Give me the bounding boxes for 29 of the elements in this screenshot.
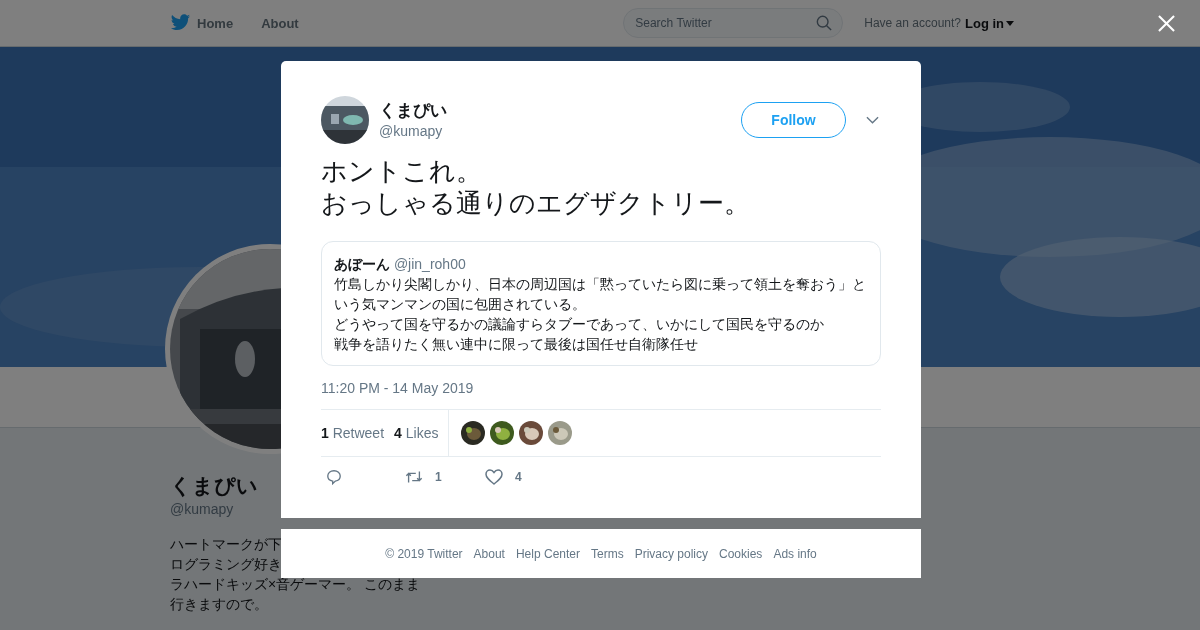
profile-handle: @kumapy [170,501,234,517]
profile-name: くまぴい [170,473,258,499]
heart-icon[interactable] [485,469,503,485]
search-field[interactable]: Search Twitter [623,8,844,38]
footer-link[interactable]: Privacy policy [634,546,708,561]
retweet-icon[interactable] [405,469,423,485]
footer-link[interactable]: Help Center [515,546,580,561]
copyright-text: © 2019 Twitter [385,546,463,561]
footer-link[interactable]: About [473,546,505,561]
action-count: 4 [515,470,522,484]
account-prompt: Have an account? [864,16,961,30]
login-link[interactable]: Log in [965,15,1004,31]
footer-link[interactable]: Cookies [719,546,763,561]
stat-link[interactable]: 4 Likes [394,425,439,441]
footer-link[interactable]: Terms [591,546,624,561]
reply-icon[interactable] [325,469,343,485]
bio-text: ハートマークが下 [170,535,282,554]
search-icon[interactable] [816,15,833,31]
action-count: 1 [435,470,442,484]
stat-link[interactable]: 1 Retweet [321,425,385,441]
footer-link[interactable]: Ads info [773,546,817,561]
bio-text: ラハードキッズ×音ゲーマー。 このまま [170,575,421,594]
nav-link[interactable]: Home [197,15,234,31]
timestamp[interactable]: 11:20 PM - 14 May 2019 [321,380,881,396]
close-icon[interactable] [1158,15,1175,32]
caret-icon[interactable] [1006,20,1014,26]
bio-text: ログラミング好き [170,555,282,574]
nav-link[interactable]: About [261,15,299,31]
bio-text: 行きますので。 [170,595,268,614]
